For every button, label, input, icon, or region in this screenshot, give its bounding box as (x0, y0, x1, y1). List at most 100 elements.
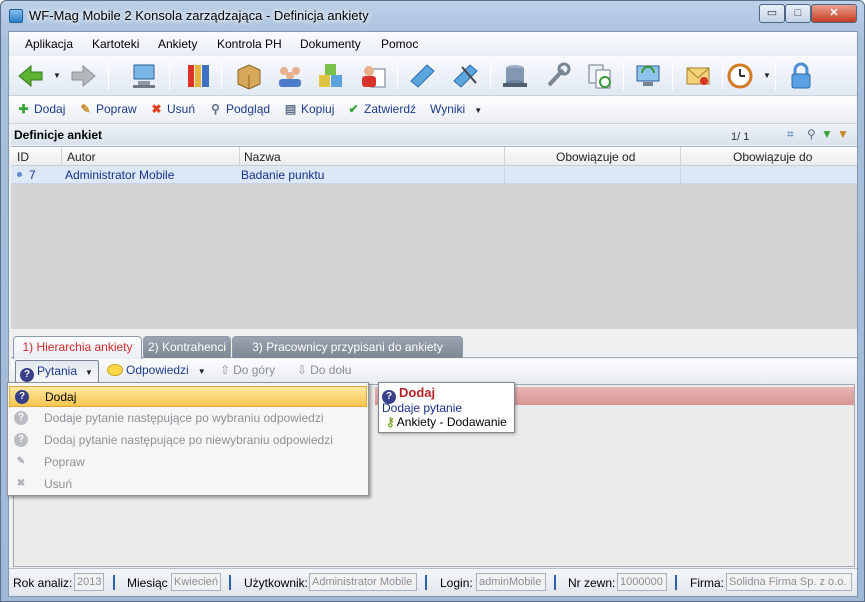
zatwierdz-button[interactable]: ✔ Zatwierdź (346, 102, 416, 116)
sync-icon[interactable] (585, 61, 615, 91)
arrow-up-icon: ⇧ (220, 363, 231, 377)
uzytkownik-label: Użytkownik: (244, 576, 309, 590)
menu-item-dodaj[interactable]: ? Dodaj (9, 386, 367, 407)
status-separator (113, 575, 115, 590)
podglad-button[interactable]: ⚲ Podgląd (208, 102, 270, 116)
login-label: Login: (440, 576, 473, 590)
pencil-icon: ✎ (16, 456, 26, 467)
monitor-sync-icon[interactable] (633, 61, 663, 91)
column-divider (680, 147, 681, 166)
toolbar-separator (490, 62, 491, 90)
action-bar: ✚ Dodaj ✎ Popraw ✖ Usuń ⚲ Podgląd ▤ Kopiuj ✔ Z… (9, 96, 857, 124)
menu-bar: Aplikacja Kartoteki Ankiety Kontrola PH … (9, 32, 857, 56)
do-gory-button[interactable]: ⇧ Do góry (217, 360, 275, 383)
clock-icon[interactable] (725, 61, 755, 91)
tab-kontrahenci[interactable]: 2) Kontrahenci (143, 336, 231, 358)
minimize-button[interactable]: ▭ (759, 4, 785, 23)
cell-id: 7 (29, 168, 36, 182)
search-icon[interactable]: ⚲ (807, 127, 816, 141)
status-bar: Rok analiz: 2013 Miesiąc Kwiecień Użytko… (9, 568, 857, 596)
filter-clear-icon[interactable]: ▼ (837, 127, 849, 141)
close-button[interactable]: ✕ (811, 4, 857, 23)
toolbar-separator (623, 62, 624, 90)
col-nazwa[interactable]: Nazwa (244, 150, 281, 164)
tab-strip: 1) Hierarchia ankiety 2) Kontrahenci 3) … (11, 334, 857, 359)
delete-icon: ✖ (16, 478, 26, 489)
firma-label: Firma: (690, 576, 724, 590)
menu-ankiety[interactable]: Ankiety (158, 37, 197, 51)
table-row[interactable]: 7 Administrator Mobile Badanie punktu (11, 166, 857, 184)
tooltip-permission: ⚷ Ankiety - Dodawanie (386, 415, 507, 429)
app-window: WF-Mag Mobile 2 Konsola zarządzająca - D… (0, 0, 865, 602)
menu-item-dodaj-po-niewybraniu[interactable]: ? Dodaj pytanie następujące po niewybran… (9, 430, 367, 451)
tab-hierarchia[interactable]: 1) Hierarchia ankiety (13, 336, 142, 359)
mail-icon[interactable] (683, 61, 713, 91)
col-id[interactable]: ID (17, 150, 29, 164)
menu-kartoteki[interactable]: Kartoteki (92, 37, 139, 51)
title-bar[interactable]: WF-Mag Mobile 2 Konsola zarządzająca - D… (1, 1, 864, 31)
col-autor[interactable]: Autor (67, 150, 96, 164)
question-add-icon: ? (14, 411, 28, 425)
login-field: adminMobile (476, 573, 546, 591)
book-icon[interactable] (407, 61, 437, 91)
wyniki-button[interactable]: Wyniki ▼ (430, 102, 482, 116)
database-icon[interactable] (500, 61, 530, 91)
tab-pracownicy[interactable]: 3) Pracownicy przypisani do ankiety (232, 336, 463, 358)
menu-pomoc[interactable]: Pomoc (381, 37, 418, 51)
odpowiedzi-button[interactable]: Odpowiedzi ▼ (103, 360, 206, 383)
col-obowiazuje-od[interactable]: Obowiązuje od (556, 150, 635, 164)
chevron-down-icon: ▼ (197, 367, 206, 376)
user-document-icon[interactable] (359, 61, 389, 91)
toolbar-separator (722, 62, 723, 90)
menu-kontrola-ph[interactable]: Kontrola PH (217, 37, 282, 51)
maximize-button[interactable]: □ (785, 4, 811, 23)
books-icon[interactable] (184, 61, 214, 91)
cell-autor: Administrator Mobile (65, 168, 175, 182)
people-icon[interactable] (275, 61, 305, 91)
back-dropdown-icon[interactable]: ▼ (53, 71, 61, 80)
chevron-down-icon: ▼ (85, 368, 93, 377)
dodaj-button[interactable]: ✚ Dodaj (16, 102, 65, 116)
row-indicator (17, 172, 22, 177)
book-pen-icon[interactable] (450, 61, 480, 91)
clock-dropdown-icon[interactable]: ▼ (763, 71, 771, 80)
do-dolu-button[interactable]: ⇩ Do dołu (294, 360, 351, 383)
nrzewn-field: 1000000 (617, 573, 667, 591)
chevron-down-icon: ▼ (474, 106, 483, 115)
filter-icon[interactable]: ▼ (821, 127, 833, 141)
menu-item-dodaj-po-wybraniu[interactable]: ? Dodaje pytanie następujące po wybraniu… (9, 408, 367, 429)
forward-arrow-icon[interactable] (69, 61, 99, 91)
uzytkownik-field: Administrator Mobile (309, 573, 417, 591)
toolbar-separator (397, 62, 398, 90)
box-icon[interactable] (234, 61, 264, 91)
answer-bubble-icon (107, 364, 123, 376)
rok-field: 2013 (74, 573, 104, 591)
col-obowiazuje-do[interactable]: Obowiązuje do (733, 150, 812, 164)
menu-item-usun[interactable]: ✖ Usuń (9, 474, 367, 495)
check-icon: ✔ (348, 102, 359, 116)
pytania-button[interactable]: ? Pytania ▼ (15, 360, 99, 383)
popraw-button[interactable]: ✎ Popraw (78, 102, 136, 116)
column-divider (61, 147, 62, 166)
toolbar-separator (169, 62, 170, 90)
client-area: Aplikacja Kartoteki Ankiety Kontrola PH … (8, 31, 858, 597)
menu-item-popraw[interactable]: ✎ Popraw (9, 452, 367, 473)
lock-icon[interactable] (786, 61, 816, 91)
menu-dokumenty[interactable]: Dokumenty (300, 37, 361, 51)
miesiac-label: Miesiąc (127, 576, 168, 590)
kopiuj-button[interactable]: ▤ Kopiuj (283, 102, 335, 116)
menu-aplikacja[interactable]: Aplikacja (25, 37, 73, 51)
definitions-grid: ID Autor Nazwa Obowiązuje od Obowiązuje … (11, 146, 857, 329)
copy-icon: ▤ (284, 102, 297, 116)
usun-button[interactable]: ✖ Usuń (149, 102, 195, 116)
grid-header: ID Autor Nazwa Obowiązuje od Obowiązuje … (11, 147, 857, 166)
hierarchy-toolbar: ? Pytania ▼ Odpowiedzi ▼ ⇧ Do góry ⇩ Do dołu (11, 359, 857, 384)
plus-icon: ✚ (18, 102, 29, 116)
nrzewn-label: Nr zewn: (568, 576, 616, 590)
miesiac-field: Kwiecień (171, 573, 221, 591)
cubes-icon[interactable] (316, 61, 346, 91)
computer-icon[interactable] (129, 61, 159, 91)
wrench-icon[interactable] (542, 61, 572, 91)
binoculars-icon[interactable]: ⌗ (787, 127, 794, 142)
back-arrow-icon[interactable] (15, 61, 45, 91)
